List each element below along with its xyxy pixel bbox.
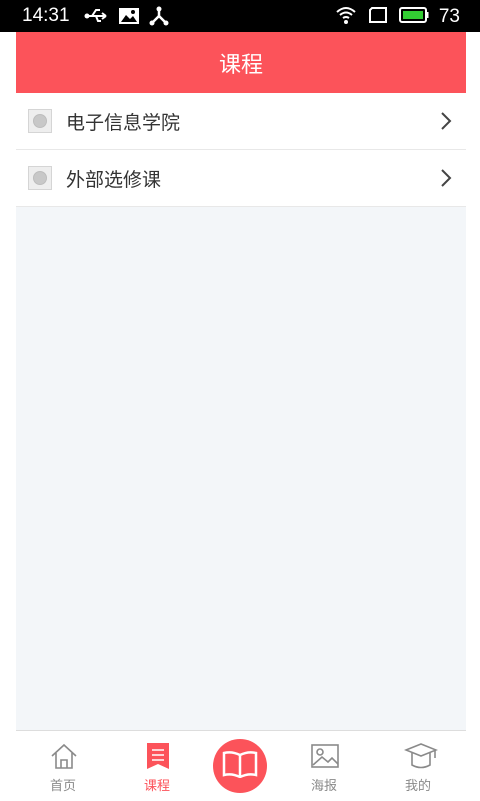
chevron-right-icon (440, 111, 452, 135)
tab-home-label: 首页 (49, 779, 76, 794)
page-title: 课程 (218, 52, 263, 78)
header-bar: 课程 (16, 32, 466, 93)
tab-courses[interactable]: 课程 (112, 731, 202, 801)
book-icon (222, 750, 258, 782)
chevron-right-icon (440, 168, 452, 192)
list-item-label: 外部选修课 (66, 168, 162, 191)
status-bar: 14:31 73 (0, 0, 480, 32)
picture-icon (310, 741, 340, 775)
battery-icon (398, 6, 429, 28)
list-item[interactable]: 外部选修课 (16, 150, 466, 207)
tab-profile-label: 我的 (404, 779, 431, 794)
share-icon (148, 6, 170, 30)
status-time: 14:31 (22, 5, 70, 26)
image-icon (118, 6, 140, 30)
tab-posters-label: 海报 (310, 779, 337, 794)
status-icons-right: 73 (335, 5, 460, 29)
battery-level: 73 (438, 6, 460, 27)
status-icons-left (84, 6, 170, 30)
bottom-tab-bar: 首页 课程 海报 我的 (16, 730, 466, 801)
course-thumbnail-icon (28, 109, 52, 133)
center-book-button[interactable] (213, 739, 267, 793)
tab-courses-label: 课程 (143, 779, 170, 794)
home-icon (49, 741, 79, 775)
list-item-label: 电子信息学院 (66, 111, 181, 134)
graduation-cap-icon (403, 741, 439, 775)
list-item[interactable]: 电子信息学院 (16, 93, 466, 150)
course-list: 电子信息学院 外部选修课 (16, 93, 466, 207)
tab-home[interactable]: 首页 (18, 731, 108, 801)
signal-icon (367, 5, 389, 29)
tab-posters[interactable]: 海报 (279, 731, 369, 801)
wifi-icon (335, 5, 357, 29)
list-icon (143, 741, 173, 775)
app-screen: 课程 电子信息学院 外部选修课 首页 课程 海报 我的 (16, 32, 466, 801)
course-thumbnail-icon (28, 166, 52, 190)
usb-icon (84, 6, 110, 30)
tab-profile[interactable]: 我的 (373, 731, 463, 801)
